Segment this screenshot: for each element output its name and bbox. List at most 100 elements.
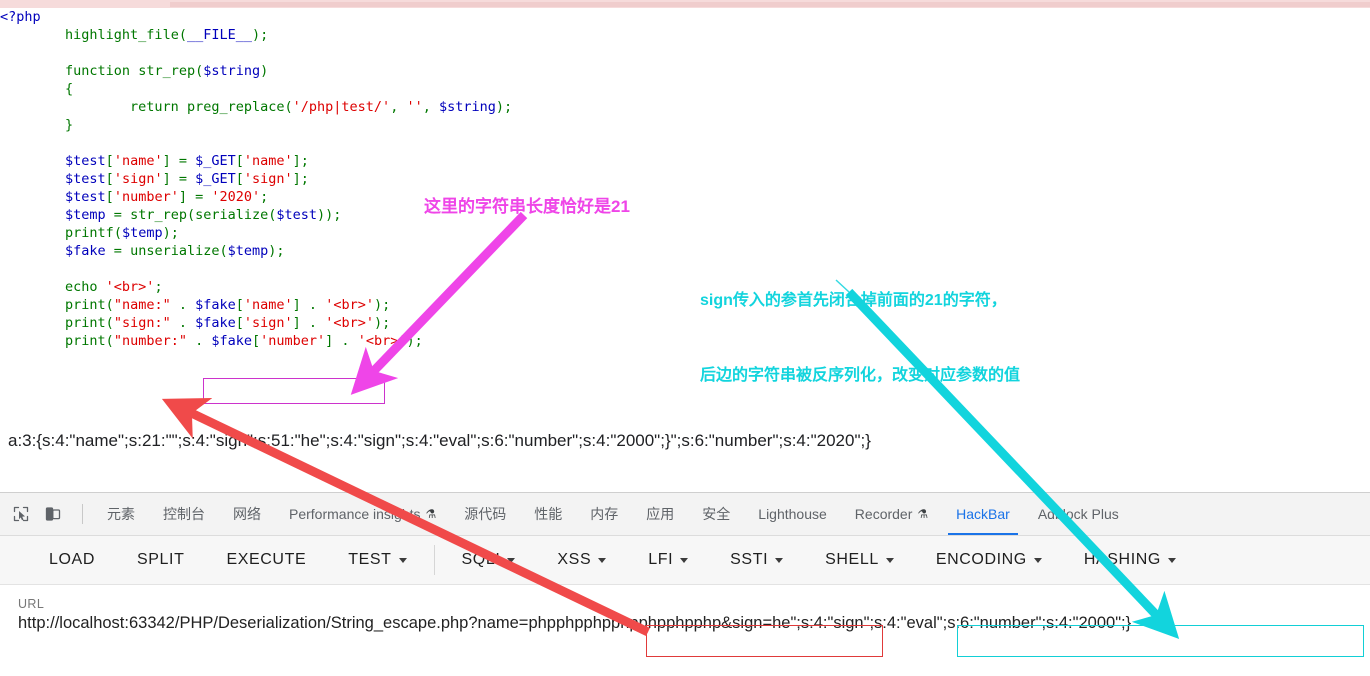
hackbar-button-sqli[interactable]: SQLI (441, 536, 537, 584)
code-token: '/php|test/' (292, 99, 391, 115)
hackbar-url-section: URL http://localhost:63342/PHP/Deseriali… (0, 585, 1370, 633)
code-line: return preg_replace('/php|test/', '', $s… (0, 98, 1370, 116)
url-input[interactable]: http://localhost:63342/PHP/Deserializati… (18, 614, 1352, 633)
code-token: ( (105, 297, 114, 313)
code-line: <?php (0, 8, 1370, 26)
code-token: '<br>' (105, 279, 155, 295)
chevron-down-icon (1033, 557, 1042, 563)
url-name-payload: phpphpphpphpphpphpphp (528, 614, 722, 632)
hackbar-button-label: ENCODING (935, 551, 1027, 568)
code-token: [ (105, 189, 114, 205)
devtools-tab-label: 控制台 (163, 506, 205, 522)
devtools-tab-list: 元素 控制台 网络 Performance insights ⚗ 源代码 性能 内存 应用 安全 L… (93, 493, 1133, 535)
device-toolbar-icon[interactable] (40, 501, 66, 527)
code-line: $fake = unserialize($temp); (0, 242, 1370, 260)
devtools-tab-12[interactable]: HackBar (942, 493, 1024, 535)
code-token: unserialize (130, 243, 220, 259)
code-token: return (130, 99, 187, 115)
devtools-tab-2[interactable]: 控制台 (149, 493, 219, 535)
chevron-down-icon (680, 557, 689, 563)
devtools-tab-4[interactable]: Performance insights ⚗ (275, 493, 450, 535)
code-token: function (65, 63, 139, 79)
annotation-sign-payload-line1: sign传入的参首先闭合掉前面的21的字符， (700, 292, 1007, 309)
code-token: ); (268, 243, 285, 259)
code-token: preg_replace (186, 99, 285, 115)
output-serialized-string: a:3:{s:4:"name";s:21:"";s:4:"sign";s:51:… (8, 431, 871, 450)
url-prefix: http://localhost:63342/PHP/Deserializati… (18, 614, 529, 632)
code-token: [ (235, 153, 244, 169)
devtools-tabbar: 元素 控制台 网络 Performance insights ⚗ 源代码 性能 内存 应用 安全 L… (0, 493, 1370, 536)
code-token: ] . (325, 333, 358, 349)
devtools-tab-9[interactable]: 安全 (688, 493, 744, 535)
hackbar-button-label: HASHING (1083, 551, 1161, 568)
hackbar-toolbar: LOAD SPLIT EXECUTE TEST SQLI XSS LFI SSTI SHELL E… (0, 536, 1370, 585)
code-token: $_GET (195, 153, 236, 169)
hackbar-button-label: LFI (648, 551, 674, 568)
code-token: ); (252, 27, 269, 43)
code-token: [ (105, 171, 114, 187)
code-token: $fake (65, 243, 106, 259)
code-token: ( (219, 243, 228, 259)
devtools-panel: 元素 控制台 网络 Performance insights ⚗ 源代码 性能 内存 应用 安全 L… (0, 492, 1370, 676)
hackbar-button-split[interactable]: SPLIT (116, 536, 205, 584)
code-token: ; (154, 279, 163, 295)
devtools-tab-10[interactable]: Lighthouse (744, 493, 841, 535)
devtools-tab-5[interactable]: 源代码 (450, 493, 520, 535)
hackbar-button-ssti[interactable]: SSTI (709, 536, 804, 584)
inspect-element-icon[interactable] (8, 501, 34, 527)
devtools-tab-13[interactable]: Adblock Plus (1024, 493, 1133, 535)
hackbar-button-label: EXECUTE (226, 551, 307, 568)
devtools-tab-label: Adblock Plus (1037, 506, 1119, 522)
hackbar-button-shell[interactable]: SHELL (804, 536, 915, 584)
code-token: echo (65, 279, 106, 295)
code-token: '<br>' (357, 333, 407, 349)
devtools-tab-1[interactable]: 元素 (93, 493, 149, 535)
hackbar-button-label: SHELL (825, 551, 879, 568)
devtools-tab-8[interactable]: 应用 (632, 493, 688, 535)
chevron-down-icon (1167, 557, 1176, 563)
code-line: { (0, 80, 1370, 98)
hackbar-button-lfi[interactable]: LFI (627, 536, 709, 584)
hackbar-button-test[interactable]: TEST (327, 536, 427, 584)
devtools-tab-11[interactable]: Recorder ⚗ (841, 493, 942, 535)
code-token: ) (260, 63, 269, 79)
code-token: $temp (65, 207, 106, 223)
code-token: 'name' (113, 153, 163, 169)
code-token: 'number' (113, 189, 179, 205)
code-token: ( (113, 225, 122, 241)
experiment-flask-icon: ⚗ (425, 507, 437, 521)
code-token: $string (203, 63, 261, 79)
devtools-tab-label: 网络 (233, 506, 261, 522)
code-line: function str_rep($string) (0, 62, 1370, 80)
code-token: $test (276, 207, 318, 223)
code-token: ); (373, 315, 391, 331)
chevron-down-icon (775, 557, 784, 563)
devtools-tab-6[interactable]: 性能 (520, 493, 576, 535)
code-token: $test (65, 189, 106, 205)
hackbar-button-hashing[interactable]: HASHING (1063, 536, 1197, 584)
chevron-down-icon (507, 557, 516, 563)
code-token: print (65, 297, 106, 313)
code-line: } (0, 116, 1370, 134)
code-line: highlight_file(__FILE__); (0, 26, 1370, 44)
devtools-tab-7[interactable]: 内存 (576, 493, 632, 535)
hackbar-button-encoding[interactable]: ENCODING (915, 536, 1063, 584)
code-token: '2020' (211, 189, 261, 205)
code-token: ); (162, 225, 179, 241)
hackbar-button-label: SQLI (461, 551, 501, 568)
hackbar-button-execute[interactable]: EXECUTE (205, 536, 327, 584)
code-token: 'name' (243, 153, 293, 169)
hackbar-button-load[interactable]: LOAD (28, 536, 116, 584)
hackbar-button-xss[interactable]: XSS (536, 536, 627, 584)
code-token: serialize (195, 207, 269, 223)
devtools-tab-3[interactable]: 网络 (219, 493, 275, 535)
